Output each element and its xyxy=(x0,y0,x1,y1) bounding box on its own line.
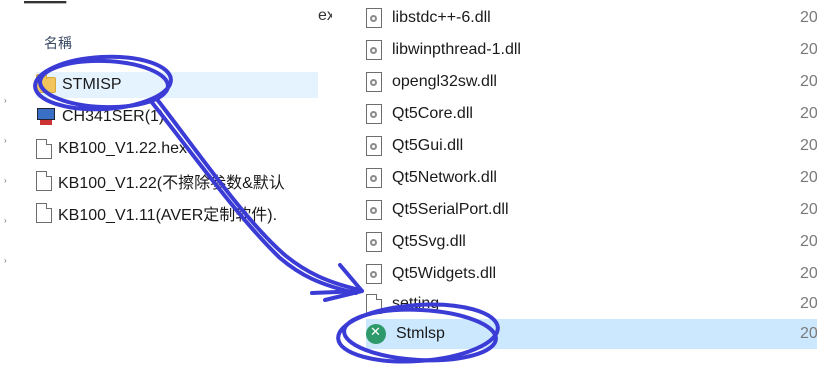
file-icon xyxy=(366,294,382,314)
item-date: 2016/ xyxy=(800,73,817,90)
dll-icon xyxy=(366,104,382,124)
dll-icon xyxy=(366,72,382,92)
list-item-file[interactable]: KB100_V1.22.hex xyxy=(36,136,318,162)
list-item-stmlsp[interactable]: Stmlsp 2019/ xyxy=(366,319,817,349)
file-icon xyxy=(36,171,52,191)
file-list-pane: libstdc++-6.dll 2015/ libwinpthread-1.dl… xyxy=(332,0,817,373)
item-date: 2017/ xyxy=(800,201,817,218)
dll-icon xyxy=(366,264,382,284)
item-date: 2019/ xyxy=(800,105,817,122)
dll-icon xyxy=(366,232,382,252)
item-date: 2017/ xyxy=(800,169,817,186)
list-item-file[interactable]: Qt5Widgets.dll 2017/ xyxy=(366,259,817,289)
item-name: Qt5Widgets.dll xyxy=(392,265,497,282)
dll-icon xyxy=(366,40,382,60)
dll-icon xyxy=(366,168,382,188)
item-name: libwinpthread-1.dll xyxy=(392,41,521,58)
tool-icon xyxy=(366,324,386,344)
app-icon xyxy=(36,108,56,126)
item-date: 2015/ xyxy=(800,41,817,58)
list-item-file[interactable]: libstdc++-6.dll 2015/ xyxy=(366,3,817,33)
item-date: 2019/ xyxy=(800,295,817,312)
item-name: Qt5Network.dll xyxy=(392,169,497,186)
expand-arrow-icon[interactable]: › xyxy=(4,256,10,265)
cut-off-text: ━━━━━ xyxy=(24,0,67,8)
item-name: Stmlsp xyxy=(396,325,445,342)
expand-arrow-icon[interactable]: › xyxy=(4,96,10,105)
file-icon xyxy=(36,139,52,159)
item-name: Qt5Svg.dll xyxy=(392,233,466,250)
item-date: 2017/ xyxy=(800,265,817,282)
list-item-file[interactable]: opengl32sw.dll 2016/ xyxy=(366,67,817,97)
list-item-file[interactable]: KB100_V1.11(AVER定制软件). xyxy=(36,200,318,226)
list-item-file[interactable]: setting 2019/ xyxy=(366,289,817,319)
item-name: libstdc++-6.dll xyxy=(392,9,491,26)
list-item-file[interactable]: Qt5Gui.dll 2017/ xyxy=(366,131,817,161)
item-name: Qt5SerialPort.dll xyxy=(392,201,509,218)
file-icon xyxy=(36,203,52,223)
list-item-file[interactable]: KB100_V1.22(不擦除参数&默认 xyxy=(36,168,318,194)
item-date: 2015/ xyxy=(800,9,817,26)
item-name: KB100_V1.22.hex xyxy=(58,140,187,157)
expand-arrow-icon[interactable]: › xyxy=(4,176,10,185)
dll-icon xyxy=(366,200,382,220)
list-item-file[interactable]: Qt5Core.dll 2019/ xyxy=(366,99,817,129)
item-date: 2017/ xyxy=(800,137,817,154)
column-header-name[interactable]: 名稱 xyxy=(44,33,72,53)
list-item-folder-stmisp[interactable]: STMISP xyxy=(36,72,318,98)
item-name: KB100_V1.11(AVER定制软件). xyxy=(58,207,278,224)
list-item-file[interactable]: libwinpthread-1.dll 2015/ xyxy=(366,35,817,65)
list-item-file[interactable]: Qt5Network.dll 2017/ xyxy=(366,163,817,193)
item-name: opengl32sw.dll xyxy=(392,73,497,90)
dll-icon xyxy=(366,8,382,28)
item-name: Qt5Gui.dll xyxy=(392,137,464,154)
list-item-ch341ser[interactable]: CH341SER(1) xyxy=(36,104,318,130)
expand-arrow-icon[interactable]: › xyxy=(4,216,10,225)
list-item-file[interactable]: Qt5Svg.dll 2017/ xyxy=(366,227,817,257)
item-name: STMISP xyxy=(62,76,122,93)
item-name: Qt5Core.dll xyxy=(392,105,473,122)
item-date: 2017/ xyxy=(800,233,817,250)
item-name: KB100_V1.22(不擦除参数&默认 xyxy=(58,175,285,192)
folder-icon xyxy=(36,74,56,93)
dll-icon xyxy=(366,136,382,156)
item-name: CH341SER(1) xyxy=(62,108,165,125)
item-date: 2019/ xyxy=(800,325,817,342)
navigation-pane: ━━━━━ ex 名稱 › › › › › STMISP CH341SER(1)… xyxy=(0,0,335,373)
expand-arrow-icon[interactable]: › xyxy=(4,136,10,145)
item-name: setting xyxy=(392,295,440,312)
list-item-file[interactable]: Qt5SerialPort.dll 2017/ xyxy=(366,195,817,225)
